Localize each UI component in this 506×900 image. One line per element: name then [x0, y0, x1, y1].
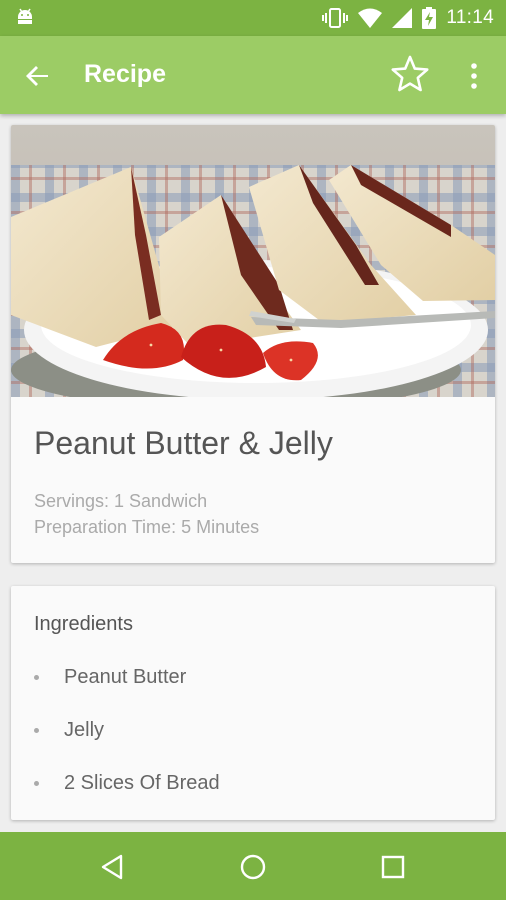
recents-square-icon[interactable]	[378, 852, 408, 882]
star-outline-icon[interactable]	[390, 54, 430, 94]
vibrate-icon	[322, 8, 349, 28]
status-time: 11:14	[446, 7, 494, 28]
bullet-icon	[34, 727, 39, 733]
bullet-icon	[34, 780, 39, 786]
ingredient-item: Jelly	[34, 715, 104, 745]
ingredient-label: 2 Slices Of Bread	[64, 771, 220, 794]
ingredient-item: Peanut Butter	[34, 662, 186, 692]
ingredient-label: Jelly	[64, 718, 105, 741]
battery-charging-icon	[422, 7, 437, 29]
ingredient-item: 2 Slices Of Bread	[34, 768, 220, 798]
status-bar: 11:14	[0, 0, 506, 36]
recipe-card: Peanut Butter & Jelly Servings: 1 Sandwi…	[11, 125, 495, 563]
ingredients-card: Ingredients Peanut Butter Jelly 2 Slices…	[11, 586, 495, 820]
android-icon	[18, 8, 32, 24]
more-vert-icon[interactable]	[462, 60, 486, 92]
ingredient-label: Peanut Butter	[64, 665, 187, 688]
ingredients-header: Ingredients	[34, 613, 133, 635]
recipe-photo	[11, 125, 495, 397]
home-circle-icon[interactable]	[238, 852, 268, 882]
app-bar: Recipe	[0, 36, 506, 114]
wifi-icon	[358, 8, 383, 28]
signal-icon	[392, 8, 413, 28]
bullet-icon	[34, 674, 39, 680]
recipe-prep-time: Preparation Time: 5 Minutes	[34, 517, 260, 537]
back-triangle-icon[interactable]	[98, 852, 128, 882]
navigation-bar	[0, 832, 506, 900]
back-arrow-icon[interactable]	[22, 60, 54, 92]
recipe-title: Peanut Butter & Jelly	[34, 425, 333, 461]
app-bar-title: Recipe	[84, 60, 166, 88]
recipe-servings: Servings: 1 Sandwich	[34, 491, 208, 511]
